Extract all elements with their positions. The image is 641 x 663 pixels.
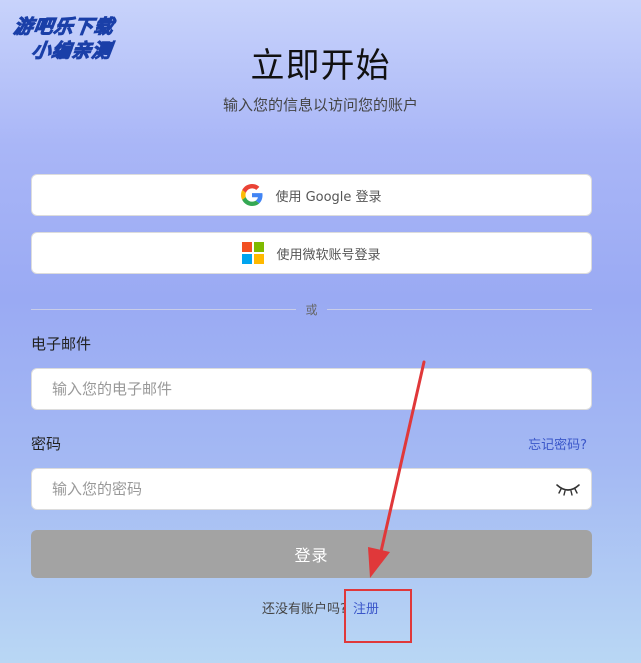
google-login-button[interactable]: 使用 Google 登录 bbox=[31, 174, 592, 216]
page-title: 立即开始 bbox=[250, 46, 391, 86]
no-account-text: 还没有账户吗? bbox=[262, 602, 347, 617]
page-subtitle: 输入您的信息以访问您的账户 bbox=[222, 96, 418, 114]
microsoft-logo-icon bbox=[242, 242, 265, 264]
divider-line-right bbox=[327, 309, 592, 310]
email-input[interactable] bbox=[31, 368, 592, 410]
password-label: 密码 bbox=[31, 435, 62, 453]
microsoft-login-label: 使用微软账号登录 bbox=[276, 247, 381, 263]
watermark-line-1: 游吧乐下载 bbox=[12, 16, 116, 39]
forgot-password-link[interactable]: 忘记密码? bbox=[528, 434, 587, 453]
google-logo-icon bbox=[241, 184, 263, 206]
microsoft-login-button[interactable]: 使用微软账号登录 bbox=[31, 232, 592, 274]
or-divider: 或 bbox=[31, 301, 592, 317]
email-label: 电子邮件 bbox=[31, 335, 92, 353]
login-button[interactable]: 登录 bbox=[31, 530, 592, 578]
signup-prompt: 还没有账户吗? 注册 bbox=[0, 598, 641, 617]
google-login-label: 使用 Google 登录 bbox=[275, 189, 382, 205]
login-button-label: 登录 bbox=[294, 546, 329, 565]
annotation-highlight-box bbox=[344, 589, 412, 643]
password-input[interactable] bbox=[31, 468, 592, 510]
eye-closed-icon[interactable] bbox=[555, 480, 581, 498]
